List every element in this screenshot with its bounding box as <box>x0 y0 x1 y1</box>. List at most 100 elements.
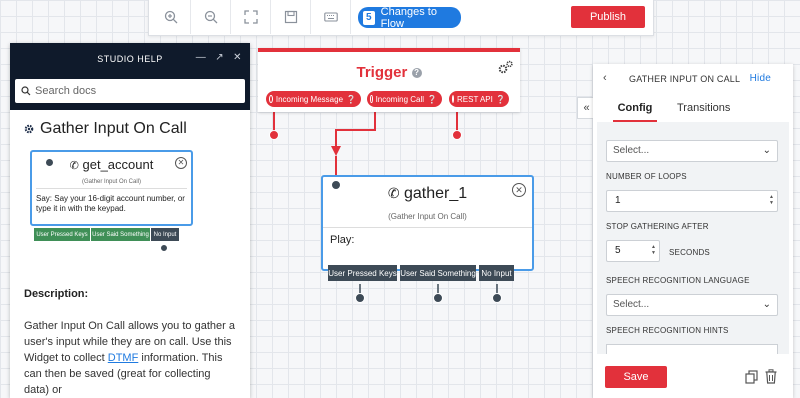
panel-title: GATHER INPUT ON CALL <box>629 74 741 84</box>
gather-title: ✆ gather_1 <box>323 185 532 203</box>
fit-screen-button[interactable] <box>231 0 271 34</box>
close-icon[interactable]: ✕ <box>512 183 526 197</box>
zoom-out-icon <box>204 10 217 24</box>
speech-hints-input[interactable] <box>606 344 778 354</box>
gather-widget[interactable]: ✆ gather_1 ✕ (Gather Input On Call) Play… <box>321 175 534 271</box>
minimize-icon[interactable]: — <box>196 52 207 63</box>
pill-label: Incoming Call <box>375 94 425 104</box>
panel-footer: Save <box>593 356 793 398</box>
output-no-input[interactable]: No Input <box>479 265 514 281</box>
connector-ring-icon <box>370 95 373 103</box>
output-user-said-something[interactable]: User Said Something <box>400 265 476 281</box>
gather-input-dot[interactable] <box>331 180 341 190</box>
gather-name: gather_1 <box>404 185 468 202</box>
changes-count-badge: 5 <box>363 10 375 25</box>
example-output-dot <box>160 244 168 252</box>
help-description: Gather Input On Call allows you to gathe… <box>10 300 250 398</box>
gear-icon[interactable] <box>498 60 514 74</box>
expand-icon[interactable]: ↗ <box>215 52 224 63</box>
save-button[interactable]: Save <box>605 366 667 388</box>
stop-gathering-input[interactable]: 5 ▲ ▼ <box>606 240 660 262</box>
help-circle-icon: ❔ <box>346 94 356 104</box>
stepper-icon[interactable]: ▲ ▼ <box>769 194 774 206</box>
hide-panel-link[interactable]: Hide <box>750 73 771 84</box>
panel-tabs: Config Transitions <box>597 94 789 122</box>
example-output-pressed: User Pressed Keys <box>34 228 90 241</box>
connector-ring-icon <box>452 95 454 103</box>
widget-config-panel: ‹ GATHER INPUT ON CALL Hide Config Trans… <box>593 64 793 398</box>
gather-type: (Gather Input On Call) <box>388 212 467 221</box>
gear-icon <box>24 124 34 134</box>
loops-input[interactable]: 1 ▲ ▼ <box>606 190 778 212</box>
connector-ring-icon <box>269 95 273 103</box>
tab-config[interactable]: Config <box>613 94 657 122</box>
close-icon[interactable]: ✕ <box>233 52 242 63</box>
help-circle-icon: ? <box>411 68 422 79</box>
example-input-dot <box>45 158 54 167</box>
changes-to-flow-button[interactable]: 5 Changes to Flow <box>358 5 461 30</box>
loops-value: 1 <box>615 195 621 206</box>
example-widget-say: Say: Say your 16-digit account number, o… <box>36 194 185 213</box>
gather-play-label: Play: <box>330 234 355 246</box>
keyboard-icon <box>323 12 338 22</box>
trigger-message-dot[interactable] <box>269 130 279 140</box>
trigger-restapi-dot[interactable] <box>452 130 462 140</box>
speech-language-select[interactable]: Select... ⌄ <box>606 294 778 316</box>
help-search-box <box>15 79 245 103</box>
copy-icon[interactable] <box>745 370 758 384</box>
search-icon <box>21 86 31 96</box>
output-said-dot[interactable] <box>433 293 443 303</box>
pill-label: REST API <box>457 94 493 104</box>
phone-icon: ✆ <box>387 185 400 201</box>
canvas-toolbar: 5 Changes to Flow Publish <box>148 0 654 36</box>
trigger-title-text: Trigger <box>356 64 408 81</box>
fullscreen-icon <box>243 10 258 24</box>
panel-body: Config Transitions Select... ⌄ NUMBER OF… <box>597 94 789 354</box>
speech-language-label: SPEECH RECOGNITION LANGUAGE <box>606 276 750 285</box>
trigger-rest-api[interactable]: REST API ❔ <box>449 91 509 107</box>
help-circle-icon: ❔ <box>495 94 506 104</box>
select-value: Select... <box>613 299 650 310</box>
example-widget-type: (Gather Input On Call) <box>81 179 142 185</box>
trash-icon[interactable] <box>765 369 777 384</box>
help-header-title: STUDIO HELP <box>97 54 163 64</box>
example-output-noinput: No Input <box>151 228 179 241</box>
output-noinput-dot[interactable] <box>492 293 502 303</box>
help-description-heading: Description: <box>24 288 89 300</box>
example-widget: ✆ get_account ✕ (Gather Input On Call) S… <box>30 150 193 226</box>
output-pressed-dot[interactable] <box>355 293 365 303</box>
trigger-widget[interactable]: Trigger ? Incoming Message ❔ Incoming Ca… <box>258 48 520 112</box>
say-or-play-select[interactable]: Select... ⌄ <box>606 140 778 162</box>
save-draft-button[interactable] <box>271 0 311 34</box>
example-widget-title: ✆ get_account <box>32 157 191 172</box>
output-user-pressed-keys[interactable]: User Pressed Keys <box>328 265 397 281</box>
pill-label: Incoming Message <box>275 94 344 104</box>
chevron-left-icon[interactable]: ‹ <box>603 72 607 84</box>
speech-hints-label: SPEECH RECOGNITION HINTS <box>606 326 729 335</box>
stepper-icon[interactable]: ▲ ▼ <box>651 244 656 256</box>
select-value: Select... <box>613 145 650 156</box>
panel-header: ‹ GATHER INPUT ON CALL Hide <box>593 64 793 94</box>
zoom-in-button[interactable] <box>151 0 191 34</box>
stop-gathering-label: STOP GATHERING AFTER <box>606 222 709 231</box>
publish-button[interactable]: Publish <box>571 6 645 28</box>
changes-label: Changes to Flow <box>380 5 437 30</box>
example-widget-name: get_account <box>82 157 154 172</box>
help-topic-title: Gather Input On Call <box>10 110 250 148</box>
example-output-said: User Said Something <box>91 228 150 241</box>
loops-label: NUMBER OF LOOPS <box>606 172 687 181</box>
trigger-incoming-message[interactable]: Incoming Message ❔ <box>266 91 361 107</box>
trigger-incoming-call[interactable]: Incoming Call ❔ <box>367 91 442 107</box>
keyboard-shortcuts-button[interactable] <box>311 0 351 34</box>
save-icon <box>284 10 297 24</box>
help-search-input[interactable] <box>35 85 235 97</box>
help-header: STUDIO HELP — ↗ ✕ <box>10 43 250 75</box>
tab-transitions[interactable]: Transitions <box>677 94 730 122</box>
trigger-title: Trigger ? <box>258 64 520 81</box>
zoom-out-button[interactable] <box>191 0 231 34</box>
dtmf-link[interactable]: DTMF <box>108 352 139 364</box>
studio-help-panel: STUDIO HELP — ↗ ✕ Gather Input On Call ✆… <box>10 43 250 398</box>
seconds-label: SECONDS <box>669 248 710 257</box>
help-topic-title-text: Gather Input On Call <box>40 120 187 137</box>
help-example-image: ✆ get_account ✕ (Gather Input On Call) S… <box>10 148 250 278</box>
